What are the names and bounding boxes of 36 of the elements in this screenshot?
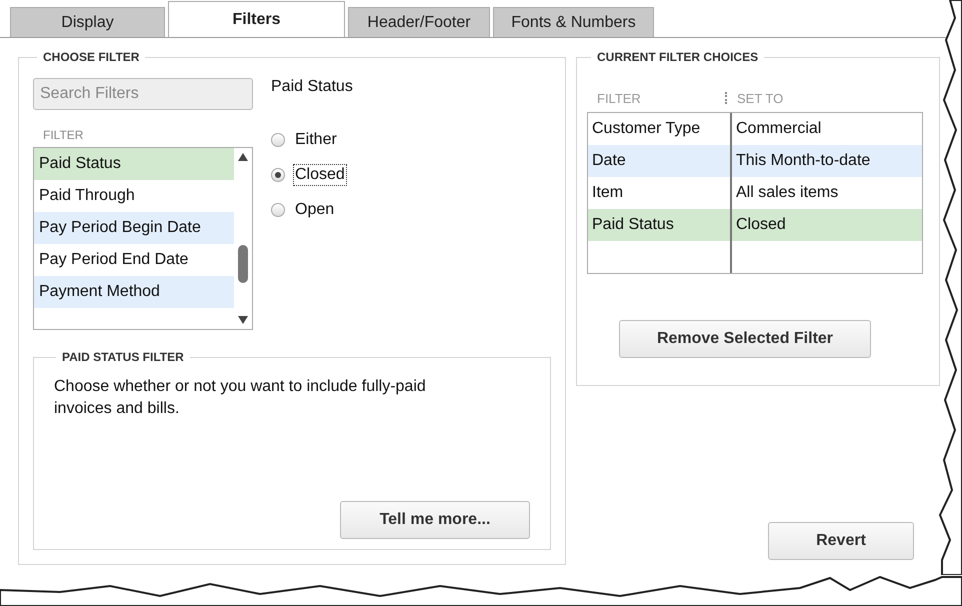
table-cell-text: Commercial xyxy=(735,119,822,139)
group-title: CHOOSE FILTER xyxy=(42,50,140,64)
table-cell-text: This Month-to-date xyxy=(735,151,872,171)
radio-label[interactable]: Closed xyxy=(293,164,347,186)
tab[interactable]: Header/Footer xyxy=(348,7,490,37)
search-field[interactable]: Search Filters xyxy=(33,78,253,110)
tab[interactable]: Fonts & Numbers xyxy=(493,7,654,37)
filter-item[interactable]: Paid Through xyxy=(34,180,234,212)
group-title: PAID STATUS FILTER xyxy=(61,350,185,364)
radio-button[interactable] xyxy=(271,202,285,216)
filter-item[interactable]: Payment Method xyxy=(34,276,234,308)
filter-item[interactable]: Paid Status xyxy=(34,148,234,180)
table-cell-text: Closed xyxy=(735,215,787,235)
table-cell: Paid Status xyxy=(588,209,732,241)
radio-button[interactable] xyxy=(271,168,285,182)
tab[interactable]: Filters xyxy=(168,1,345,37)
column-header: FILTER xyxy=(43,128,84,142)
scroll-thumb[interactable] xyxy=(238,244,248,282)
radio-label[interactable]: Open xyxy=(293,198,336,220)
tell-me-more-button[interactable]: Tell me more... xyxy=(340,501,530,539)
scroll-up-icon[interactable] xyxy=(237,152,249,162)
filter-item[interactable]: Pay Period End Date xyxy=(34,244,234,276)
help-text: Choose whether or not you want to include fully-paid invoices and bills. xyxy=(54,377,427,419)
column-header: SET TO xyxy=(737,90,784,106)
column-header: FILTER xyxy=(597,90,642,106)
group-title: CURRENT FILTER CHOICES xyxy=(596,50,760,64)
remove-filter-button[interactable]: Remove Selected Filter xyxy=(619,320,871,358)
radio-label[interactable]: Either xyxy=(293,128,339,150)
table-cell-text: All sales items xyxy=(735,183,840,203)
radio-button[interactable] xyxy=(271,132,285,146)
option-title: Paid Status xyxy=(271,78,353,96)
filter-item[interactable]: Pay Period Begin Date xyxy=(34,212,234,244)
tab[interactable]: Display xyxy=(10,7,165,37)
scroll-down-icon[interactable] xyxy=(237,315,249,325)
revert-button[interactable]: Revert xyxy=(768,522,914,560)
table-cell: Date xyxy=(588,145,732,177)
